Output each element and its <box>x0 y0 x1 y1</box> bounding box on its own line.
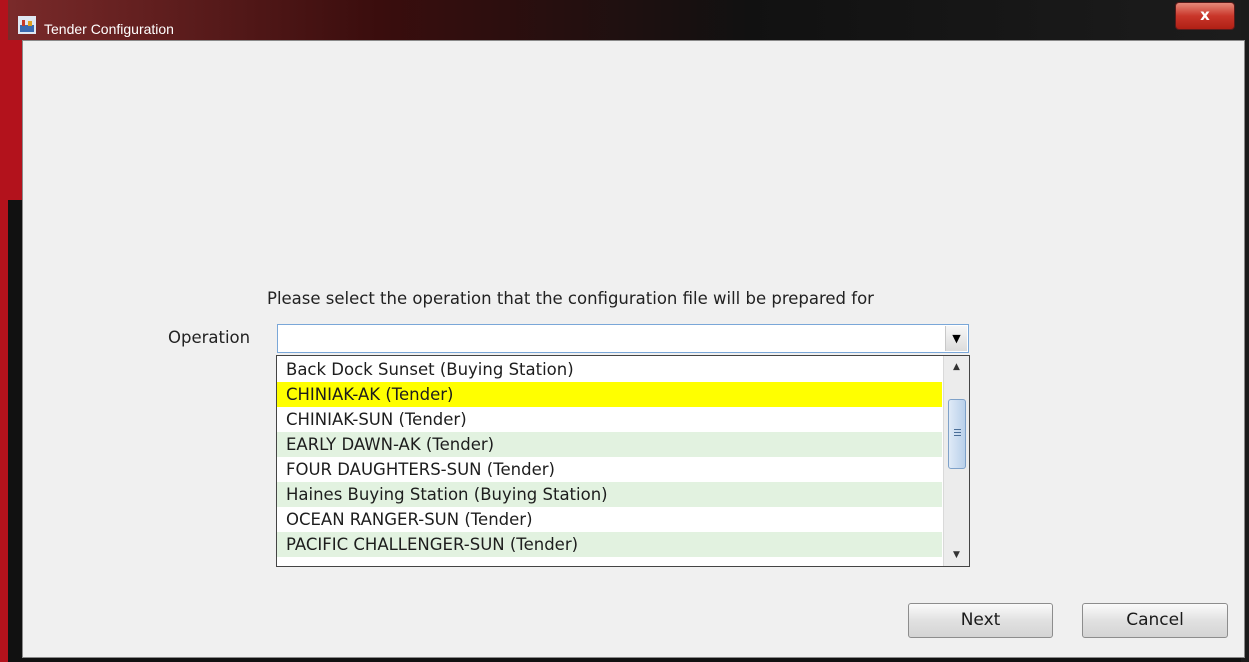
list-item[interactable]: CHINIAK-SUN (Tender) <box>277 407 942 432</box>
operation-label: Operation <box>168 328 251 347</box>
instruction-text: Please select the operation that the con… <box>267 289 874 308</box>
grip-line <box>954 429 961 430</box>
next-button[interactable]: Next <box>908 603 1053 638</box>
list-item[interactable]: Back Dock Sunset (Buying Station) <box>277 357 942 382</box>
operation-dropdown-list[interactable]: Back Dock Sunset (Buying Station) CHINIA… <box>276 355 970 567</box>
list-item[interactable]: PACIFIC CHALLENGER-SUN (Tender) <box>277 532 942 557</box>
grip-line <box>954 432 961 433</box>
list-item[interactable]: EARLY DAWN-AK (Tender) <box>277 432 942 457</box>
dialog-window: Tender Configuration x Please select the… <box>0 0 1249 662</box>
app-icon <box>18 16 36 34</box>
title-bar[interactable]: Tender Configuration x <box>8 0 1241 40</box>
dialog-body: Please select the operation that the con… <box>22 40 1245 658</box>
scroll-up-icon[interactable]: ▲ <box>944 358 969 376</box>
scroll-thumb[interactable] <box>948 399 966 469</box>
scroll-down-icon[interactable]: ▼ <box>944 546 969 564</box>
close-icon: x <box>1200 6 1210 24</box>
grip-line <box>954 435 961 436</box>
close-button[interactable]: x <box>1175 2 1235 30</box>
dropdown-arrow-icon[interactable]: ▼ <box>945 326 967 351</box>
list-item[interactable]: Haines Buying Station (Buying Station) <box>277 482 942 507</box>
list-item[interactable]: FOUR DAUGHTERS-SUN (Tender) <box>277 457 942 482</box>
list-item-highlighted[interactable]: CHINIAK-AK (Tender) <box>277 382 942 407</box>
vertical-scrollbar[interactable]: ▲ ▼ <box>943 356 969 566</box>
cancel-button[interactable]: Cancel <box>1082 603 1228 638</box>
list-item[interactable]: OCEAN RANGER-SUN (Tender) <box>277 507 942 532</box>
window-title: Tender Configuration <box>44 21 174 37</box>
operation-combobox[interactable]: ▼ <box>277 324 969 353</box>
